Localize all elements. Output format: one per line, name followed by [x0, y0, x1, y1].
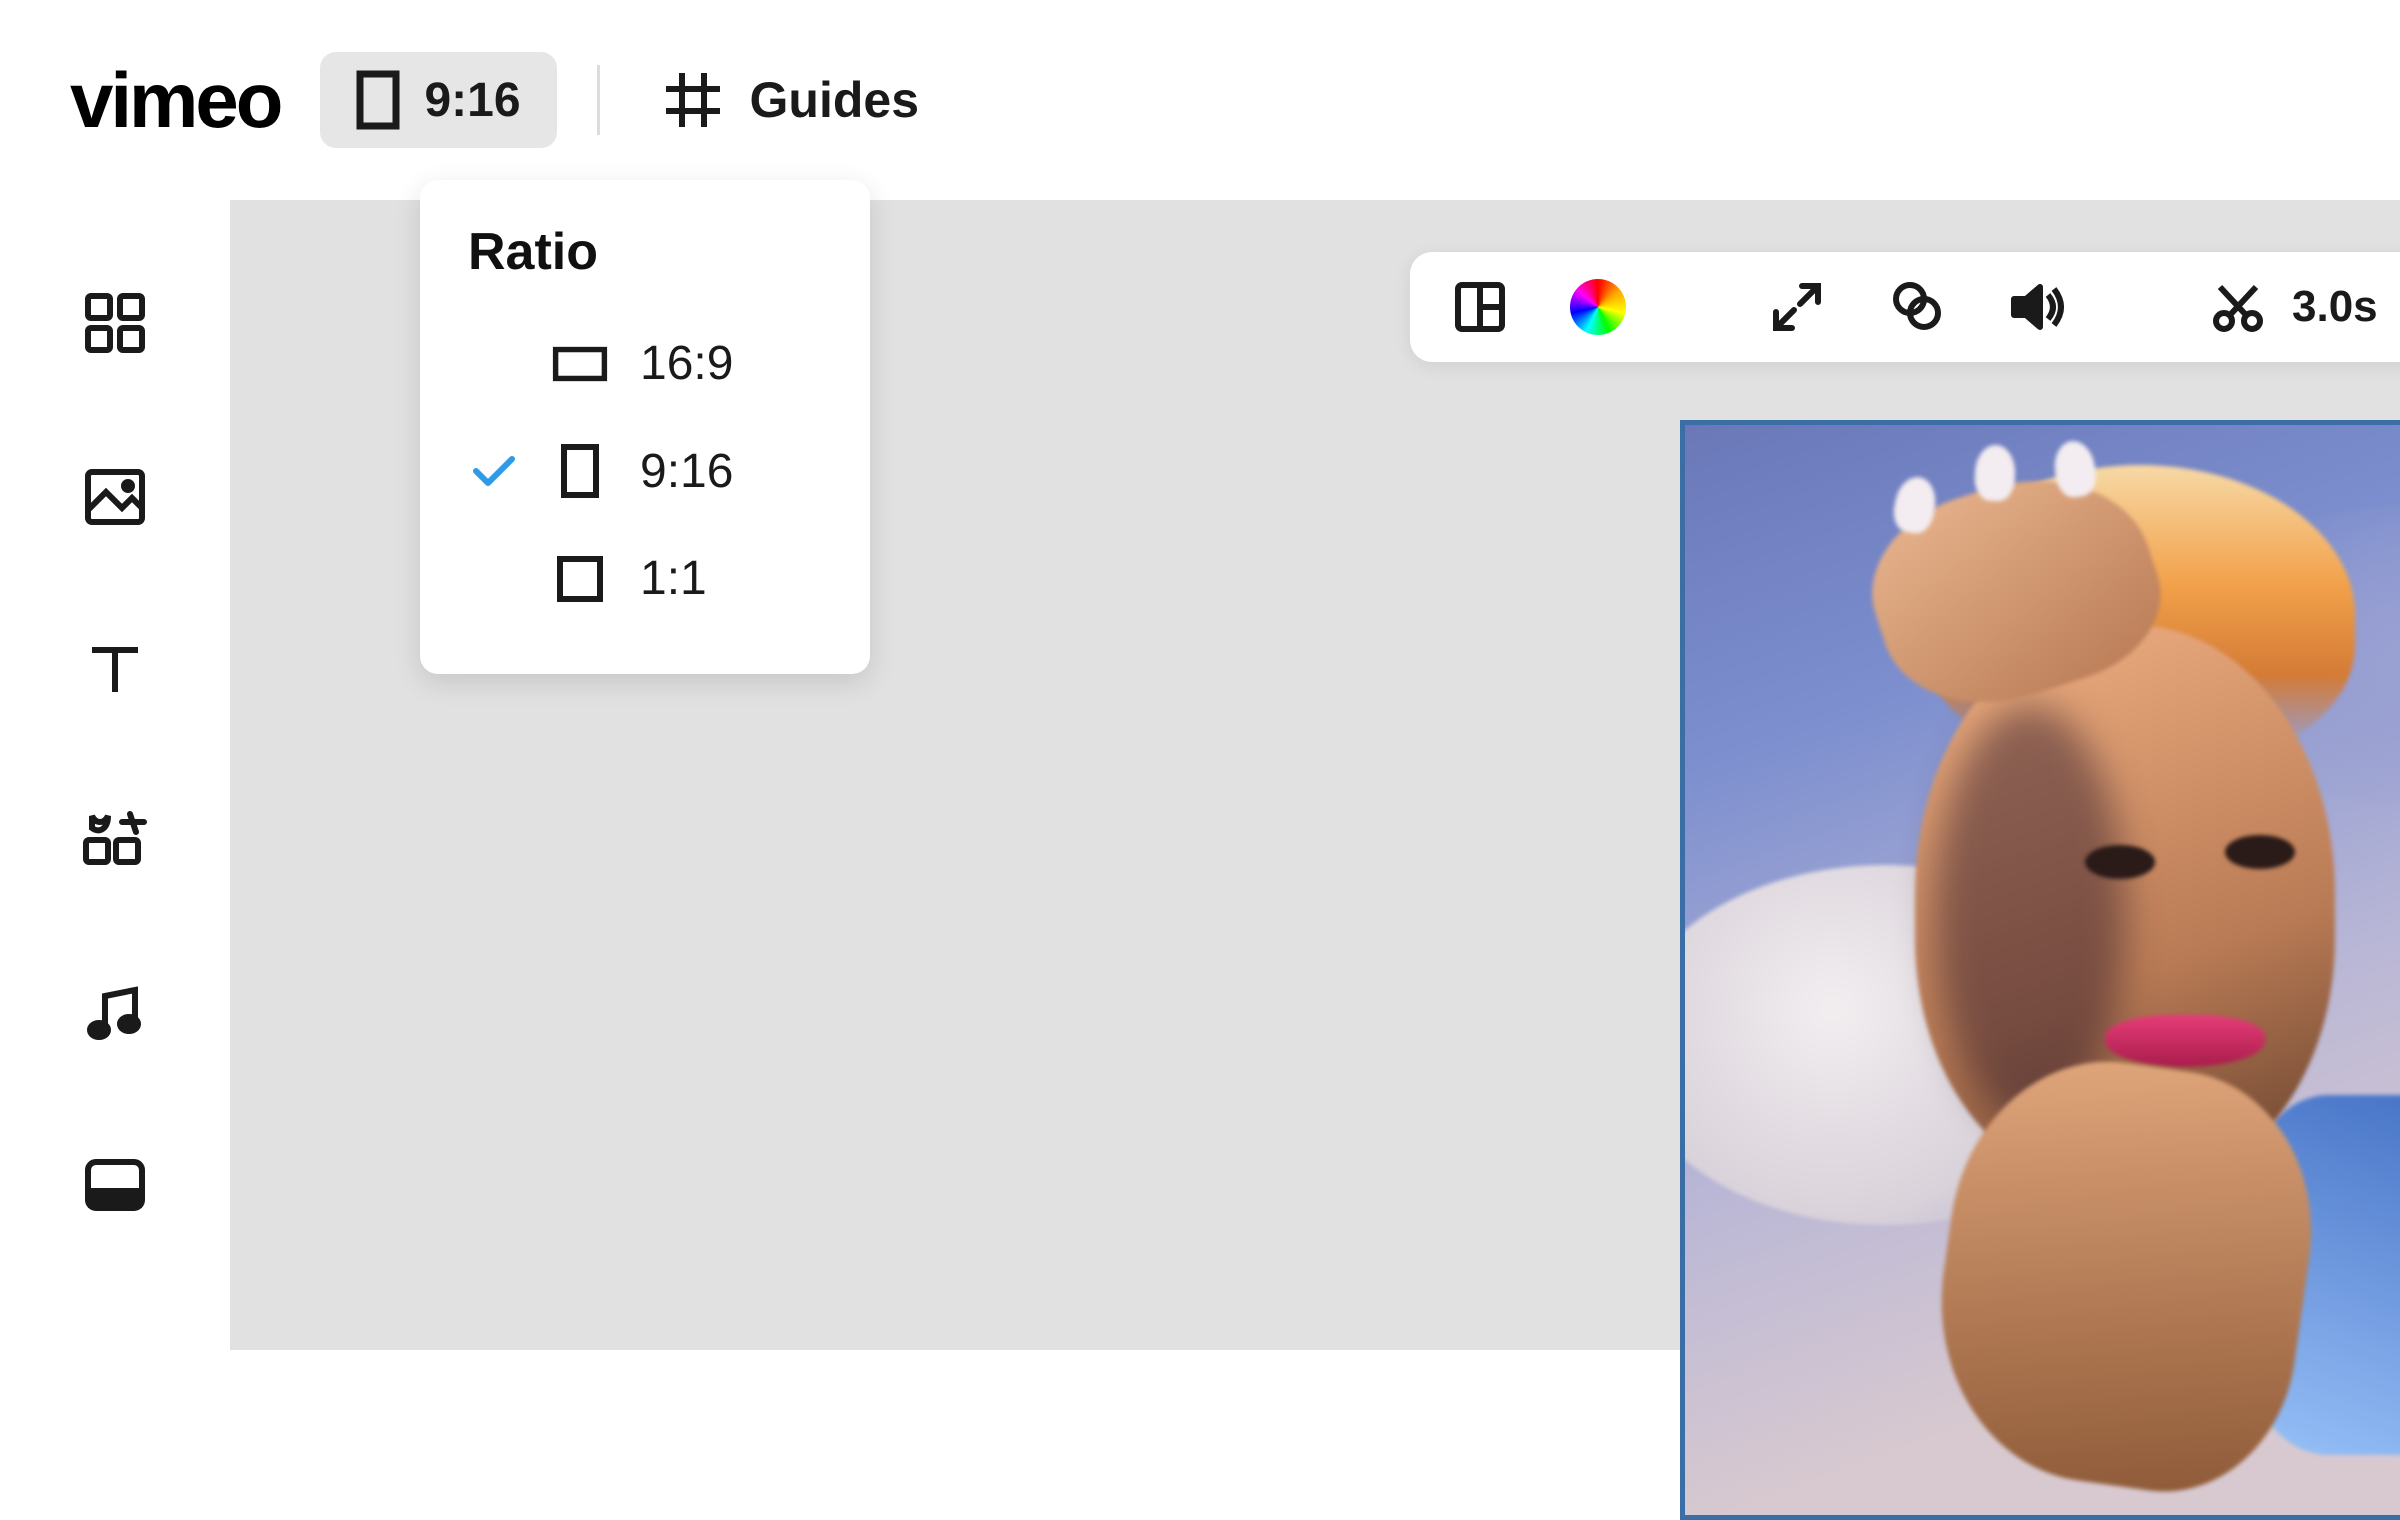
guides-label: Guides — [750, 71, 919, 129]
sidebar-item-music[interactable] — [83, 982, 147, 1046]
main: Ratio 16:9 9:16 — [0, 200, 2400, 1350]
fit-button[interactable] — [1770, 280, 1824, 334]
aspect-ratio-button[interactable]: 9:16 — [320, 52, 556, 148]
color-button[interactable] — [1570, 279, 1626, 335]
floating-toolbar: 3.0s Remo — [1410, 252, 2400, 362]
ratio-option-label: 9:16 — [640, 444, 733, 499]
layout-icon — [1452, 279, 1508, 335]
topbar: vimeo 9:16 Guides — [0, 0, 2400, 200]
sidebar — [0, 200, 230, 1350]
volume-button[interactable] — [2008, 281, 2066, 333]
trim-button[interactable]: 3.0s — [2210, 279, 2378, 335]
filter-icon — [1886, 279, 1946, 335]
sidebar-item-media[interactable] — [82, 466, 148, 528]
stickers-icon — [80, 810, 150, 872]
portrait-rect-icon — [552, 443, 608, 499]
sidebar-item-templates[interactable] — [82, 290, 148, 356]
image-icon — [82, 466, 148, 528]
preview-content — [1685, 425, 2400, 1515]
expand-icon — [1770, 280, 1824, 334]
logo: vimeo — [70, 55, 280, 146]
ratio-popover: Ratio 16:9 9:16 — [420, 180, 870, 674]
ratio-option-9-16[interactable]: 9:16 — [420, 417, 870, 525]
ratio-option-label: 1:1 — [640, 551, 707, 606]
sidebar-item-style[interactable] — [82, 1156, 148, 1214]
square-rect-icon — [552, 555, 608, 603]
grid-icon — [82, 290, 148, 356]
canvas-area[interactable]: Ratio 16:9 9:16 — [230, 200, 2400, 1350]
music-icon — [83, 982, 147, 1046]
text-icon — [84, 638, 146, 700]
landscape-rect-icon — [552, 344, 608, 384]
color-wheel-icon — [1570, 279, 1626, 335]
check-icon — [468, 453, 520, 489]
guides-icon — [664, 71, 722, 129]
layout-button[interactable] — [1452, 279, 1508, 335]
scissors-icon — [2210, 279, 2266, 335]
ratio-option-1-1[interactable]: 1:1 — [420, 525, 870, 632]
filter-button[interactable] — [1886, 279, 1946, 335]
portrait-rect-icon — [356, 70, 400, 130]
sidebar-item-text[interactable] — [84, 638, 146, 700]
ratio-option-16-9[interactable]: 16:9 — [420, 310, 870, 417]
aspect-label: 9:16 — [424, 73, 520, 128]
ratio-option-label: 16:9 — [640, 336, 733, 391]
style-icon — [82, 1156, 148, 1214]
ratio-popover-title: Ratio — [420, 222, 870, 310]
toolbar-divider — [597, 65, 600, 135]
guides-button[interactable]: Guides — [640, 53, 943, 147]
duration-label: 3.0s — [2292, 282, 2378, 332]
canvas-preview[interactable] — [1680, 420, 2400, 1520]
volume-icon — [2008, 281, 2066, 333]
sidebar-item-stickers[interactable] — [80, 810, 150, 872]
